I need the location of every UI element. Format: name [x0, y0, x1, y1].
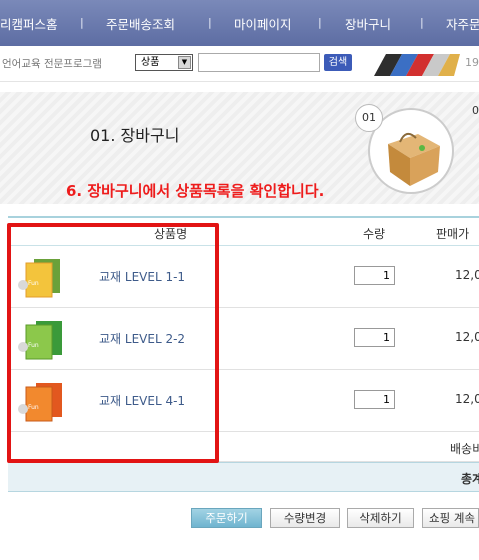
category-select[interactable]: 상품 ▼: [135, 54, 193, 71]
top-nav: 리캠퍼스홈 | 주문배송조회 | 마이페이지 | 장바구니 | 자주문: [0, 0, 479, 46]
cart-table-header: 상품명 수량 판매가: [8, 216, 479, 246]
book-cover-image: Fun: [18, 259, 60, 298]
nav-separator: |: [318, 16, 322, 29]
col-qty-header: 수량: [363, 227, 386, 241]
book-cover-image: Fun: [18, 383, 62, 422]
step-badge: 01: [355, 104, 383, 132]
nav-item-order-tracking[interactable]: 주문배송조회: [106, 14, 175, 33]
search-button[interactable]: 검색: [324, 54, 352, 71]
next-step-badge: 0: [472, 104, 479, 117]
category-select-value: 상품: [141, 57, 160, 68]
table-row: Fun 교재 LEVEL 2-2 1 12,0: [8, 308, 479, 370]
order-button[interactable]: 주문하기: [191, 508, 262, 528]
shipping-row: 배송비: [8, 432, 479, 462]
total-label: 총계: [461, 472, 479, 486]
nav-item-mypage[interactable]: 마이페이지: [234, 14, 292, 33]
site-tagline: 언어교육 전문프로그램: [2, 58, 102, 70]
svg-text:Fun: Fun: [28, 404, 39, 411]
header-number: 19: [465, 56, 479, 69]
price-cell: 12,0: [455, 392, 479, 406]
nav-item-cart[interactable]: 장바구니: [345, 14, 391, 33]
table-row: Fun 교재 LEVEL 1-1 1 12,0: [8, 246, 479, 308]
payment-cards-icon: [374, 54, 460, 76]
quantity-input[interactable]: 1: [354, 390, 395, 409]
col-price-header: 판매가: [436, 227, 470, 241]
table-row: Fun 교재 LEVEL 4-1 1 12,0: [8, 370, 479, 432]
delete-button[interactable]: 삭제하기: [347, 508, 414, 528]
continue-shopping-button[interactable]: 쇼핑 계속: [422, 508, 479, 528]
book-cover-image: Fun: [18, 321, 62, 360]
price-cell: 12,0: [455, 268, 479, 282]
nav-item-faq[interactable]: 자주문: [446, 14, 479, 33]
price-cell: 12,0: [455, 330, 479, 344]
search-input[interactable]: [198, 53, 320, 72]
page-title: 01. 장바구니: [90, 126, 180, 145]
nav-separator: |: [80, 16, 84, 29]
search-bar: 언어교육 전문프로그램 상품 ▼ 검색 19: [0, 46, 479, 82]
product-link[interactable]: 교재 LEVEL 2-2: [99, 330, 185, 347]
chevron-down-icon[interactable]: ▼: [178, 56, 191, 69]
nav-separator: |: [208, 16, 212, 29]
product-link[interactable]: 교재 LEVEL 1-1: [99, 268, 185, 285]
step-banner: 01. 장바구니 01 0 6. 장바구니에서 상품목록을 확인합니다.: [0, 92, 479, 204]
svg-text:Fun: Fun: [28, 342, 39, 349]
svg-text:Fun: Fun: [28, 280, 39, 287]
quantity-input[interactable]: 1: [354, 328, 395, 347]
nav-separator: |: [420, 16, 424, 29]
nav-item-campus-home[interactable]: 리캠퍼스홈: [0, 14, 58, 33]
change-quantity-button[interactable]: 수량변경: [270, 508, 340, 528]
instruction-annotation: 6. 장바구니에서 상품목록을 확인합니다.: [66, 182, 325, 200]
shipping-label: 배송비: [450, 442, 479, 456]
total-row: 총계: [8, 462, 479, 492]
product-link[interactable]: 교재 LEVEL 4-1: [99, 392, 185, 409]
col-product-header: 상품명: [154, 227, 188, 241]
quantity-input[interactable]: 1: [354, 266, 395, 285]
